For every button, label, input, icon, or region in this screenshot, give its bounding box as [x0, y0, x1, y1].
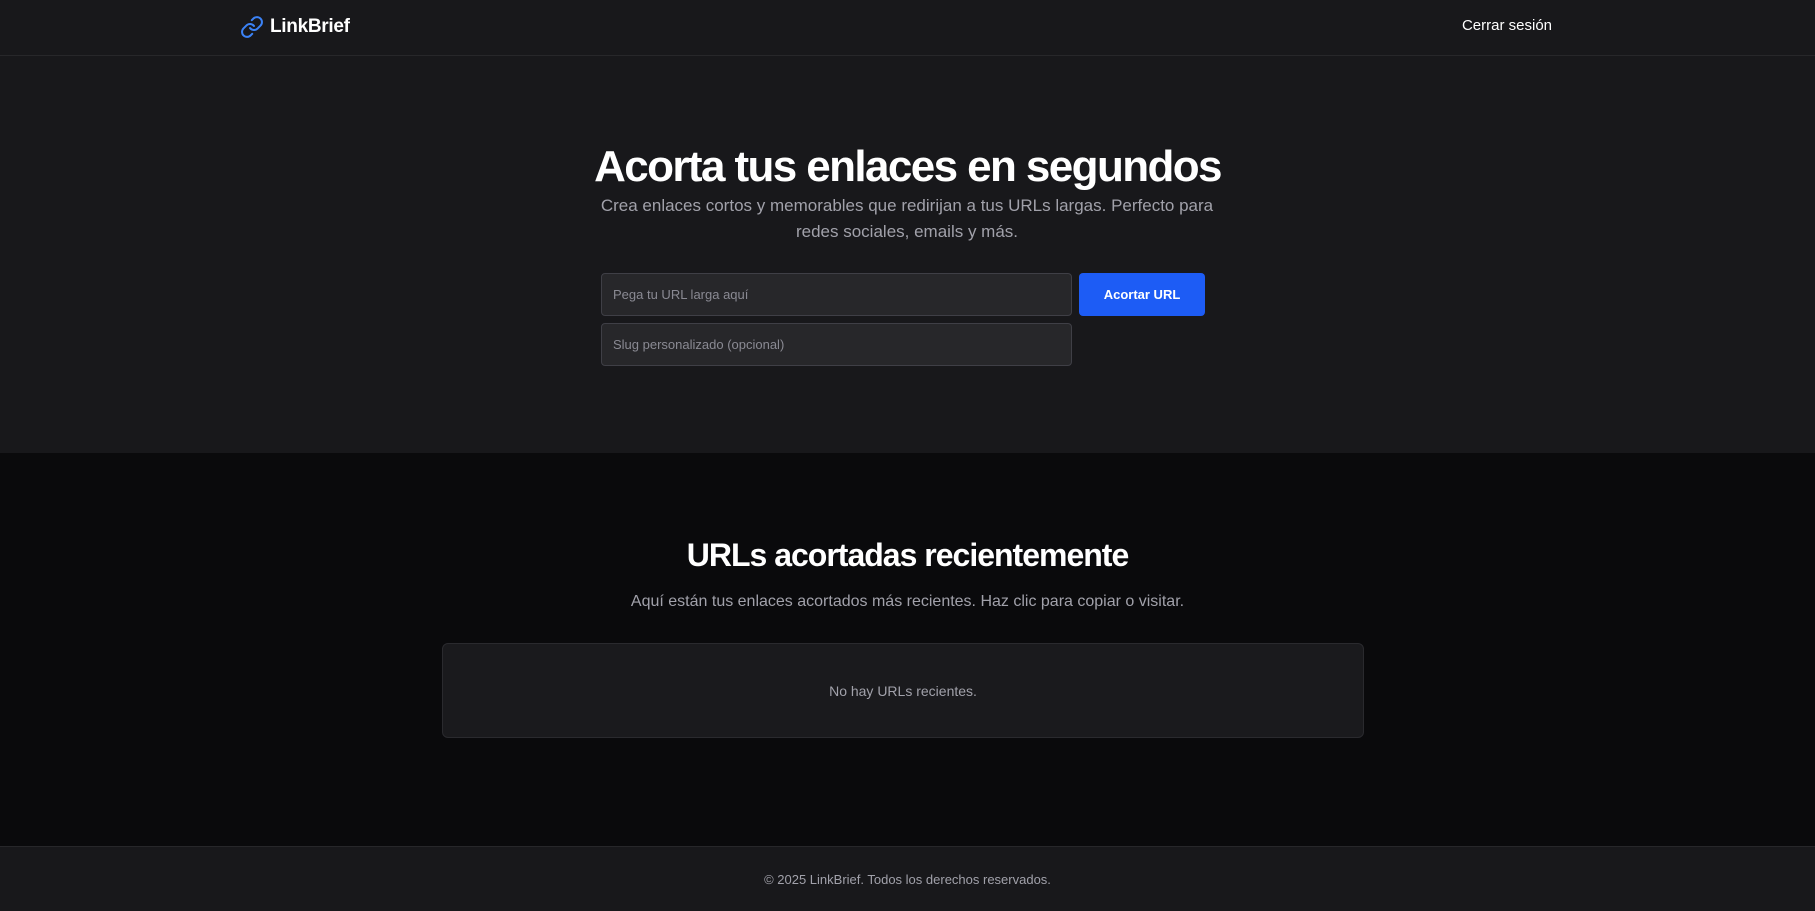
- shorten-url-button[interactable]: Acortar URL: [1079, 273, 1205, 316]
- site-header: LinkBrief Cerrar sesión: [0, 0, 1815, 56]
- recent-urls-subtitle: Aquí están tus enlaces acortados más rec…: [630, 593, 1185, 610]
- recent-urls-title: URLs acortadas recientemente: [686, 537, 1130, 573]
- brand-name: LinkBrief: [270, 16, 350, 37]
- copyright-text: © 2025 LinkBrief. Todos los derechos res…: [764, 871, 1051, 887]
- hero-title: Acorta tus enlaces en segundos: [594, 142, 1222, 191]
- hero-section: Acorta tus enlaces en segundos Crea enla…: [0, 56, 1815, 453]
- link-icon: [241, 16, 263, 38]
- empty-state-message: No hay URLs recientes.: [829, 682, 977, 699]
- logout-button[interactable]: Cerrar sesión: [1462, 17, 1552, 34]
- hero-subtitle: Crea enlaces cortos y memorables que red…: [600, 196, 1214, 241]
- long-url-input[interactable]: [601, 273, 1072, 316]
- site-footer: © 2025 LinkBrief. Todos los derechos res…: [0, 846, 1815, 911]
- recent-urls-empty-card: No hay URLs recientes.: [442, 643, 1364, 738]
- brand-logo[interactable]: LinkBrief: [240, 14, 350, 40]
- recent-urls-section: URLs acortadas recientemente Aquí están …: [0, 453, 1815, 846]
- custom-slug-input[interactable]: [601, 323, 1072, 366]
